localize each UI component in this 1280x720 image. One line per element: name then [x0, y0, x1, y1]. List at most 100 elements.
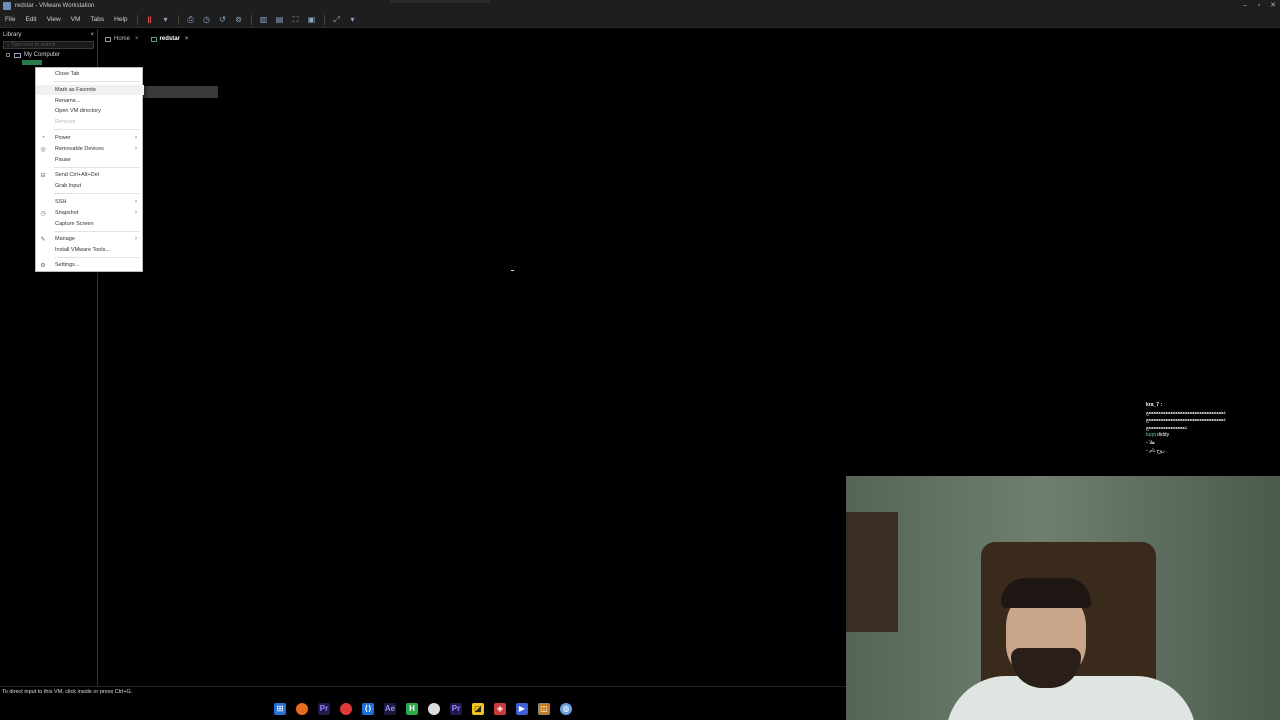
- library-search-input[interactable]: ⌕ Type here to search: [3, 41, 94, 49]
- secondary-window-title-bar: [390, 0, 490, 3]
- snapshot-manager-icon[interactable]: ⊚: [233, 14, 245, 26]
- stretch-guest-icon[interactable]: ⤢: [331, 14, 343, 26]
- menu-item-capture-screen[interactable]: Capture Screen: [36, 219, 144, 229]
- after-effects-icon[interactable]: Ae: [384, 702, 396, 715]
- menu-item-manage[interactable]: ✎ Manage ›: [36, 234, 144, 244]
- webcam-person-hair: [1001, 578, 1091, 608]
- title-bar: redstar - VMware Workstation – ▫ ✕: [0, 0, 1280, 12]
- submenu-arrow-icon: ›: [135, 236, 137, 242]
- premiere-pro-icon[interactable]: Pr: [450, 702, 462, 715]
- toolbar-separator: [323, 14, 325, 25]
- console-view-icon[interactable]: ▣: [306, 14, 318, 26]
- webcam-person-shirt: [946, 676, 1196, 720]
- menu-item-remove[interactable]: Remove: [36, 117, 144, 127]
- close-icon[interactable]: ✕: [1266, 0, 1280, 12]
- chat-line: tuqq diddy: [1146, 432, 1280, 440]
- toolbar-separator: [250, 14, 252, 25]
- menu-tabs[interactable]: Tabs: [85, 16, 109, 23]
- chat-message: هلا: [1149, 439, 1155, 446]
- hex-editor-icon[interactable]: H: [406, 702, 418, 715]
- snapshot-icon[interactable]: ◷: [201, 14, 213, 26]
- menu-item-snapshot[interactable]: ◷ Snapshot ›: [36, 208, 144, 218]
- menu-item-ssh[interactable]: SSH ›: [36, 197, 144, 207]
- chat-overlay: kra_7 : عععععععععععععععععععععععععععععععع…: [1146, 402, 1280, 476]
- tree-item-vm-selected[interactable]: [22, 60, 42, 65]
- menu-item-removable-devices[interactable]: ◎ Removable Devices ›: [36, 144, 144, 154]
- submenu-arrow-icon: ›: [135, 210, 137, 216]
- browser-icon[interactable]: ◍: [560, 702, 572, 715]
- menu-item-pause[interactable]: Pause: [36, 155, 144, 165]
- library-title: Library: [3, 31, 22, 38]
- status-text: To direct input to this VM, click inside…: [2, 689, 133, 695]
- vscode-icon[interactable]: ⟨⟩: [362, 702, 374, 715]
- firefox-icon[interactable]: [296, 702, 308, 715]
- window-controls: – ▫ ✕: [1238, 0, 1280, 12]
- chat-username: tuqq: [1146, 432, 1156, 439]
- menu-item-power[interactable]: ◔ Power ›: [36, 133, 144, 143]
- tab-close-icon[interactable]: ×: [135, 36, 139, 42]
- send-ctrl-alt-del-icon[interactable]: ⎙: [185, 14, 197, 26]
- obs-icon[interactable]: [428, 702, 440, 715]
- windows-start-icon[interactable]: ⊞: [274, 702, 286, 715]
- chat-line: kra_7 :: [1146, 402, 1280, 410]
- menu-item-label: Capture Screen: [55, 221, 94, 227]
- premiere-icon[interactable]: Pr: [318, 702, 330, 715]
- dropdown-icon[interactable]: ▾: [160, 14, 172, 26]
- home-icon: [105, 36, 111, 42]
- tab-home[interactable]: Home ×: [100, 32, 144, 46]
- keyboard-icon: ⊟: [40, 172, 46, 179]
- settings-icon: ⚙: [40, 262, 46, 269]
- webcam-overlay: [846, 476, 1280, 720]
- full-screen-icon[interactable]: ⛶: [290, 14, 302, 26]
- record-icon[interactable]: [340, 702, 352, 715]
- menu-separator: [54, 193, 140, 194]
- menu-item-label: Manage: [55, 236, 75, 242]
- menu-item-mark-favorite[interactable]: Mark as Favorite: [36, 85, 144, 95]
- search-placeholder: Type here to search: [11, 42, 56, 48]
- menu-item-label: Grab Input: [55, 183, 81, 189]
- expand-icon[interactable]: [6, 53, 10, 57]
- chat-line: ععععععععععععععععع: [1146, 424, 1188, 431]
- show-library-icon[interactable]: ▥: [258, 14, 270, 26]
- tree-item-my-computer[interactable]: My Computer: [0, 50, 97, 60]
- vm-console[interactable]: [100, 47, 845, 685]
- menu-item-close-tab[interactable]: Close Tab: [36, 69, 144, 79]
- menu-item-grab-input[interactable]: Grab Input: [36, 181, 144, 191]
- thumbnail-bar-icon[interactable]: ▤: [274, 14, 286, 26]
- tab-label: redstar: [159, 36, 180, 42]
- taskbar: ⊞ Pr ⟨⟩ Ae H Pr ◪ ◈ ▶ ◫ ◍: [0, 697, 846, 720]
- pause-icon[interactable]: ‖: [144, 14, 156, 26]
- menu-separator: [54, 231, 140, 232]
- menu-help[interactable]: Help: [109, 16, 132, 23]
- vmware-logo-icon: [3, 2, 11, 10]
- chat-username: kra_7 :: [1146, 402, 1163, 408]
- menu-edit[interactable]: Edit: [20, 16, 41, 23]
- toolbar-separator: [136, 14, 138, 25]
- menu-item-rename[interactable]: Rename...: [36, 96, 144, 106]
- wrench-icon: ✎: [40, 236, 46, 243]
- tab-redstar[interactable]: redstar ×: [146, 32, 194, 46]
- menu-vm[interactable]: VM: [66, 16, 86, 23]
- app-icon[interactable]: ▶: [516, 702, 528, 715]
- window-title: redstar - VMware Workstation: [15, 3, 95, 9]
- tab-close-icon[interactable]: ×: [185, 36, 189, 42]
- chat-line: ععععععععععععععععععععععععععععععععع: [1146, 417, 1227, 424]
- menu-file[interactable]: File: [0, 16, 20, 23]
- minimize-icon[interactable]: –: [1238, 0, 1252, 12]
- menu-item-install-vmware-tools[interactable]: Install VMware Tools...: [36, 245, 144, 255]
- notes-icon[interactable]: ◪: [472, 702, 484, 715]
- menu-item-send-ctrl-alt-del[interactable]: ⊟ Send Ctrl+Alt+Del: [36, 170, 144, 180]
- menu-view[interactable]: View: [42, 16, 66, 23]
- dropdown-icon[interactable]: ▾: [347, 14, 359, 26]
- menu-item-open-vm-directory[interactable]: Open VM directory: [36, 106, 144, 116]
- revert-snapshot-icon[interactable]: ↺: [217, 14, 229, 26]
- menu-item-label: Pause: [55, 157, 71, 163]
- library-close-icon[interactable]: ×: [90, 32, 94, 38]
- menu-item-label: Open VM directory: [55, 108, 101, 114]
- menu-item-settings[interactable]: ⚙ Settings...: [36, 260, 144, 270]
- vmware-taskbar-icon[interactable]: ◫: [538, 702, 550, 715]
- chat-message: diddy: [1157, 432, 1170, 439]
- maximize-icon[interactable]: ▫: [1252, 0, 1266, 12]
- app-icon[interactable]: ◈: [494, 702, 506, 715]
- rename-tooltip-bar: [143, 86, 218, 98]
